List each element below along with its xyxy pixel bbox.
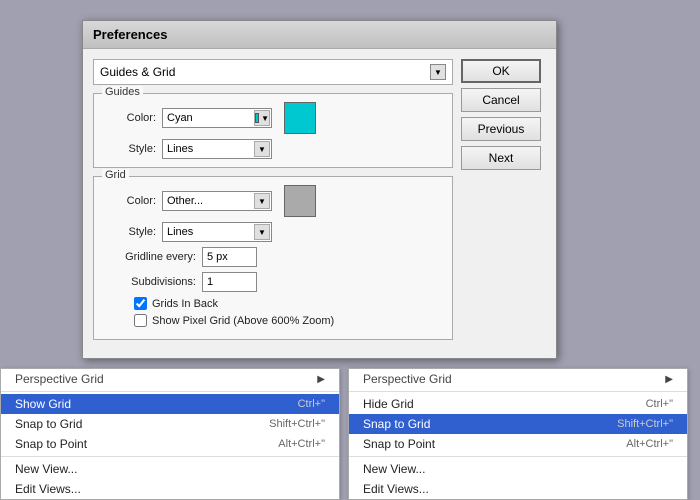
guides-style-select[interactable]: Lines bbox=[162, 139, 272, 159]
guides-color-select-wrapper[interactable]: Cyan ▼ bbox=[162, 108, 272, 128]
left-menu-item-0[interactable]: Show Grid Ctrl+" bbox=[1, 394, 339, 414]
section-dropdown-arrow[interactable]: ▼ bbox=[430, 64, 446, 80]
right-menu-item-2-label: Snap to Point bbox=[363, 437, 435, 451]
dialog-left-panel: Guides & Grid ▼ Guides Color: Cyan ▼ bbox=[93, 59, 453, 348]
grid-style-select-wrapper[interactable]: Lines ▼ bbox=[162, 222, 272, 242]
previous-button[interactable]: Previous bbox=[461, 117, 541, 141]
right-menu-sep-1 bbox=[349, 391, 687, 392]
show-pixel-row: Show Pixel Grid (Above 600% Zoom) bbox=[134, 314, 444, 327]
guides-style-row: Style: Lines ▼ bbox=[102, 139, 444, 159]
right-menu-header-label: Perspective Grid bbox=[363, 372, 452, 386]
guides-style-select-wrapper[interactable]: Lines ▼ bbox=[162, 139, 272, 159]
guides-style-label: Style: bbox=[102, 143, 162, 155]
right-menu-item-2-shortcut: Alt+Ctrl+" bbox=[626, 438, 673, 450]
grids-in-back-label: Grids In Back bbox=[152, 298, 218, 310]
show-pixel-checkbox[interactable] bbox=[134, 314, 147, 327]
right-menu-item-0-shortcut: Ctrl+" bbox=[646, 398, 673, 410]
left-menu-item-1-shortcut: Shift+Ctrl+" bbox=[269, 418, 325, 430]
right-menu-header-arrow: ▶ bbox=[665, 374, 673, 385]
right-menu-item-0[interactable]: Hide Grid Ctrl+" bbox=[349, 394, 687, 414]
right-context-menu: Perspective Grid ▶ Hide Grid Ctrl+" Snap… bbox=[348, 368, 688, 500]
left-menu-header[interactable]: Perspective Grid ▶ bbox=[1, 369, 339, 389]
show-pixel-label: Show Pixel Grid (Above 600% Zoom) bbox=[152, 315, 334, 327]
cancel-button[interactable]: Cancel bbox=[461, 88, 541, 112]
right-menu-item-2[interactable]: Snap to Point Alt+Ctrl+" bbox=[349, 434, 687, 454]
left-menu-item-2-shortcut: Alt+Ctrl+" bbox=[278, 438, 325, 450]
subdivisions-label: Subdivisions: bbox=[102, 276, 202, 288]
left-menu-sep-2 bbox=[1, 456, 339, 457]
grid-style-row: Style: Lines ▼ bbox=[102, 222, 444, 242]
grid-group: Grid Color: Other... ▼ Style: bbox=[93, 176, 453, 340]
preferences-dialog: Preferences Guides & Grid ▼ Guides Color… bbox=[82, 20, 557, 359]
right-menu-item-4-label: Edit Views... bbox=[363, 482, 429, 496]
grid-group-label: Grid bbox=[102, 169, 129, 181]
gridline-label: Gridline every: bbox=[102, 251, 202, 263]
left-menu-item-3[interactable]: New View... bbox=[1, 459, 339, 479]
dialog-title: Preferences bbox=[83, 21, 556, 49]
right-menu-item-1-label: Snap to Grid bbox=[363, 417, 430, 431]
left-menu-item-2[interactable]: Snap to Point Alt+Ctrl+" bbox=[1, 434, 339, 454]
guides-color-select[interactable]: Cyan bbox=[162, 108, 272, 128]
left-menu-header-label: Perspective Grid bbox=[15, 372, 104, 386]
guides-group: Guides Color: Cyan ▼ Style: bbox=[93, 93, 453, 168]
right-menu-item-1[interactable]: Snap to Grid Shift+Ctrl+" bbox=[349, 414, 687, 434]
grid-color-select[interactable]: Other... bbox=[162, 191, 272, 211]
left-context-menu: Perspective Grid ▶ Show Grid Ctrl+" Snap… bbox=[0, 368, 340, 500]
grids-in-back-checkbox[interactable] bbox=[134, 297, 147, 310]
right-menu-item-0-label: Hide Grid bbox=[363, 397, 414, 411]
left-menu-item-1-label: Snap to Grid bbox=[15, 417, 82, 431]
right-menu-item-3-label: New View... bbox=[363, 462, 425, 476]
subdivisions-input[interactable] bbox=[202, 272, 257, 292]
left-menu-item-2-label: Snap to Point bbox=[15, 437, 87, 451]
left-menu-item-3-label: New View... bbox=[15, 462, 77, 476]
left-menu-item-0-label: Show Grid bbox=[15, 397, 71, 411]
left-menu-sep-1 bbox=[1, 391, 339, 392]
grid-color-preview[interactable] bbox=[284, 185, 316, 217]
left-menu-item-0-shortcut: Ctrl+" bbox=[298, 398, 325, 410]
dialog-right-panel: OK Cancel Previous Next bbox=[461, 59, 546, 348]
bottom-menus: Perspective Grid ▶ Show Grid Ctrl+" Snap… bbox=[0, 368, 700, 500]
right-menu-header[interactable]: Perspective Grid ▶ bbox=[349, 369, 687, 389]
guides-color-label: Color: bbox=[102, 112, 162, 124]
ok-button[interactable]: OK bbox=[461, 59, 541, 83]
guides-color-row: Color: Cyan ▼ bbox=[102, 102, 444, 134]
subdivisions-row: Subdivisions: bbox=[102, 272, 444, 292]
gridline-row: Gridline every: bbox=[102, 247, 444, 267]
gridline-input[interactable] bbox=[202, 247, 257, 267]
grid-color-label: Color: bbox=[102, 195, 162, 207]
grid-style-label: Style: bbox=[102, 226, 162, 238]
right-menu-item-3[interactable]: New View... bbox=[349, 459, 687, 479]
grids-in-back-row: Grids In Back bbox=[134, 297, 444, 310]
right-menu-item-1-shortcut: Shift+Ctrl+" bbox=[617, 418, 673, 430]
grid-color-select-wrapper[interactable]: Other... ▼ bbox=[162, 191, 272, 211]
right-menu-sep-2 bbox=[349, 456, 687, 457]
next-button[interactable]: Next bbox=[461, 146, 541, 170]
section-selector-label: Guides & Grid bbox=[100, 65, 175, 79]
left-menu-header-arrow: ▶ bbox=[317, 374, 325, 385]
section-selector[interactable]: Guides & Grid ▼ bbox=[93, 59, 453, 85]
grid-color-row: Color: Other... ▼ bbox=[102, 185, 444, 217]
guides-group-label: Guides bbox=[102, 86, 143, 98]
guides-color-preview[interactable] bbox=[284, 102, 316, 134]
left-menu-item-4[interactable]: Edit Views... bbox=[1, 479, 339, 499]
right-menu-item-4[interactable]: Edit Views... bbox=[349, 479, 687, 499]
left-menu-item-4-label: Edit Views... bbox=[15, 482, 81, 496]
left-menu-item-1[interactable]: Snap to Grid Shift+Ctrl+" bbox=[1, 414, 339, 434]
grid-style-select[interactable]: Lines bbox=[162, 222, 272, 242]
